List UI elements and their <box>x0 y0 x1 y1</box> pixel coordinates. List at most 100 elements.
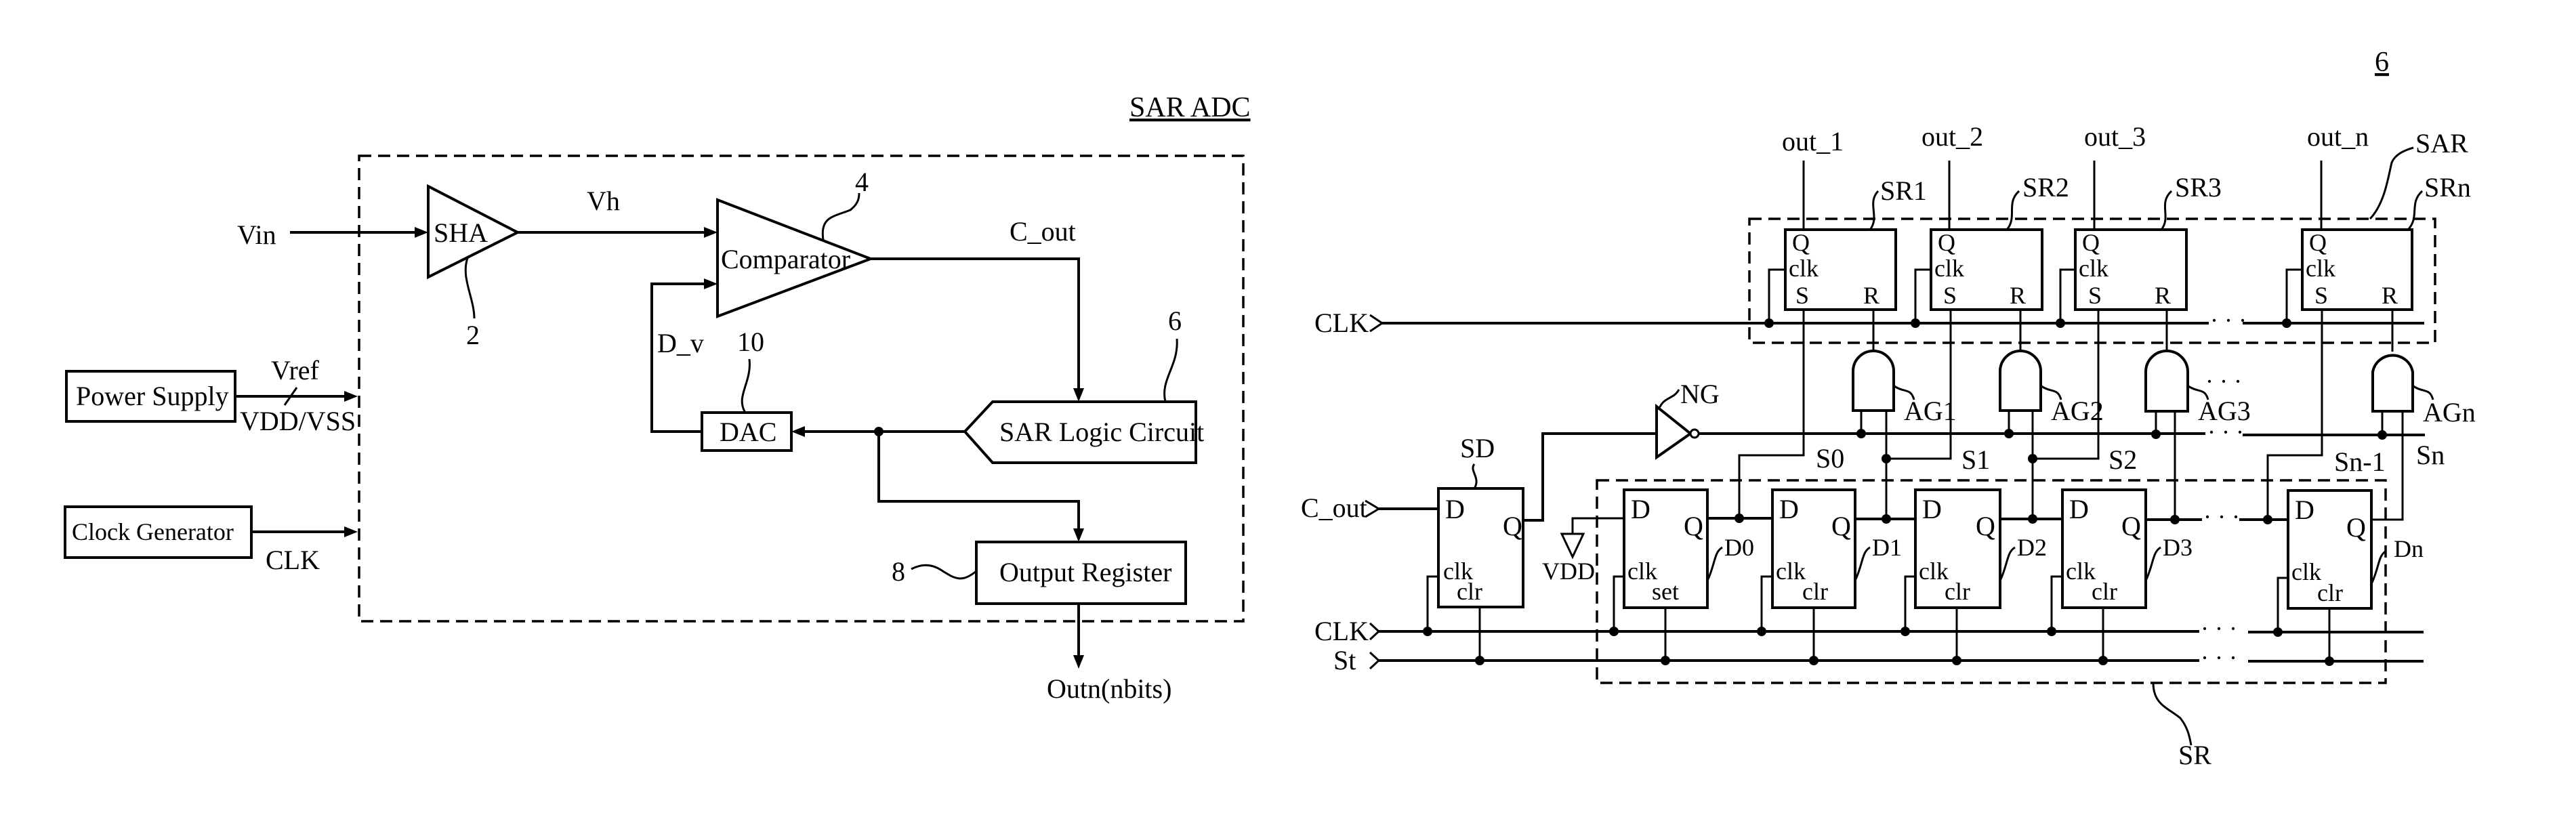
pin-r: R <box>2382 282 2398 309</box>
clk-tap-wire <box>1613 575 1624 631</box>
s2-label: S2 <box>2108 444 2137 475</box>
sha-leader <box>464 257 476 319</box>
vin-arrow-icon <box>415 227 428 238</box>
pin-r: R <box>2155 282 2171 309</box>
dff-d2: D Q clk clr D2 <box>1900 488 2047 665</box>
vh-arrow-icon <box>704 227 718 238</box>
pin-clr: clr <box>2092 578 2117 605</box>
dff-label: D1 <box>1872 534 1902 561</box>
pin-q: Q <box>1684 511 1703 541</box>
outn-arrow-icon <box>1073 655 1084 669</box>
dff-leader <box>1707 546 1723 580</box>
out-label: out_n <box>2307 121 2369 152</box>
sr-latch-3: Q clk S R out_3 SR3 <box>2056 121 2222 328</box>
dac-label: DAC <box>720 417 776 447</box>
junction-dot <box>2028 454 2037 463</box>
junction-dot <box>1734 514 1744 523</box>
power-supply-label: Power Supply <box>76 381 229 411</box>
sar-logic-label: SAR Logic Circuit <box>999 417 1204 447</box>
dff-label: D0 <box>1724 534 1754 561</box>
sr-group-label: SR <box>2178 740 2211 770</box>
and-gate-shape <box>1852 350 1895 412</box>
sar-adc-diagram: SAR ADC Vin SHA 2 Vh Comparator 4 C_out … <box>64 47 2476 770</box>
dac-arrow-icon <box>791 426 805 437</box>
clk-bottom-label: CLK <box>1314 616 1369 646</box>
clk-bottom-break: · · · <box>2201 615 2237 642</box>
junction-dot <box>1911 318 1920 328</box>
and-gate-1: AG1 <box>1852 350 1957 426</box>
dff-dn: D Q clk clr Dn <box>2273 489 2424 666</box>
junction-dot <box>1882 514 1891 524</box>
pin-d: D <box>2069 494 2089 524</box>
pin-q: Q <box>2082 229 2100 256</box>
comparator-ref: 4 <box>855 167 869 197</box>
junction-dot <box>1856 429 1866 438</box>
clock-generator-label: Clock Generator <box>72 518 234 545</box>
and-gate-label: AGn <box>2423 397 2476 427</box>
pin-q: Q <box>2346 512 2366 543</box>
clk-arrow-icon <box>344 526 358 537</box>
junction-dot <box>2056 318 2065 328</box>
c-out-input-label: C_out <box>1301 493 1367 523</box>
sr-latch-1: Q clk S R out_1 SR1 <box>1764 126 1927 328</box>
pin-s: S <box>2088 282 2102 309</box>
pin-clr: clr <box>1802 578 1828 605</box>
clk-tap-wire <box>1426 575 1438 631</box>
and-gate-3: · · · AG3 <box>2144 350 2251 426</box>
st-input-icon <box>1369 651 1381 670</box>
s0-label: S0 <box>1816 443 1844 474</box>
and-gate-ellipsis: · · · <box>2205 368 2242 395</box>
pin-clk: clk <box>1789 255 1819 282</box>
clk-tap-wire <box>1904 575 1915 631</box>
c-out-wire <box>871 257 1080 396</box>
pin-clk: clk <box>1776 558 1806 585</box>
clk-label: CLK <box>266 545 320 575</box>
vdd-triangle-icon <box>1560 532 1585 560</box>
and-gate-shape <box>2144 350 2189 413</box>
junction-dot <box>2282 318 2291 328</box>
vin-label: Vin <box>237 220 276 250</box>
and-gate-2: AG2 <box>1999 350 2104 426</box>
pin-q: Q <box>1503 511 1522 541</box>
s1-label: S1 <box>1961 444 1990 475</box>
clk-tap-wire <box>1768 268 1785 323</box>
out-label: out_2 <box>1921 121 1983 152</box>
out-label: out_3 <box>2084 121 2146 152</box>
ng-bus-break: · · · <box>2207 419 2244 446</box>
ng-leader <box>1657 389 1680 411</box>
junction-dot <box>2170 515 2180 524</box>
sr-latch-leader <box>2006 190 2020 230</box>
pin-s: S <box>1795 282 1809 309</box>
sar-group-leader <box>2369 146 2414 220</box>
dac-ref: 10 <box>737 327 764 357</box>
s2-wire <box>2033 310 2100 460</box>
comparator-label: Comparator <box>721 244 850 274</box>
pin-clk: clk <box>2079 255 2108 282</box>
dff-label: D2 <box>2017 534 2047 561</box>
dff-leader <box>1999 546 2016 580</box>
sn-1-label: Sn-1 <box>2334 446 2386 477</box>
vref-label: Vref <box>271 355 320 385</box>
c-out-arrow-icon <box>1073 388 1084 402</box>
pin-clk: clk <box>1934 255 1964 282</box>
c-out-label: C_out <box>1010 216 1076 247</box>
pin-d: D <box>2295 495 2314 525</box>
pin-q: Q <box>2121 511 2141 541</box>
dff-d3: D Q clk clr D3 <box>2047 488 2193 665</box>
pin-clr: clr <box>1945 578 1970 605</box>
sar-adc-block-diagram: SAR ADC Vin SHA 2 Vh Comparator 4 C_out … <box>64 92 1251 704</box>
sn-label: Sn <box>2416 440 2445 470</box>
sr-latch-leader <box>1869 190 1879 230</box>
and-gate-shape <box>2371 354 2414 413</box>
sd-label: SD <box>1460 433 1495 463</box>
dff-d0: D Q clk set D0 <box>1609 488 1754 665</box>
sd-leader <box>1472 463 1478 489</box>
and-gate-shape <box>1999 350 2042 412</box>
s1-wire <box>1886 310 1952 460</box>
sn-1-wire <box>2266 310 2323 520</box>
d-v-arrow-icon <box>704 278 718 289</box>
junction-dot <box>2028 514 2037 524</box>
and-gate-label: AG1 <box>1904 396 1957 426</box>
output-register-label: Output Register <box>999 557 1171 587</box>
pin-d: D <box>1445 494 1465 524</box>
